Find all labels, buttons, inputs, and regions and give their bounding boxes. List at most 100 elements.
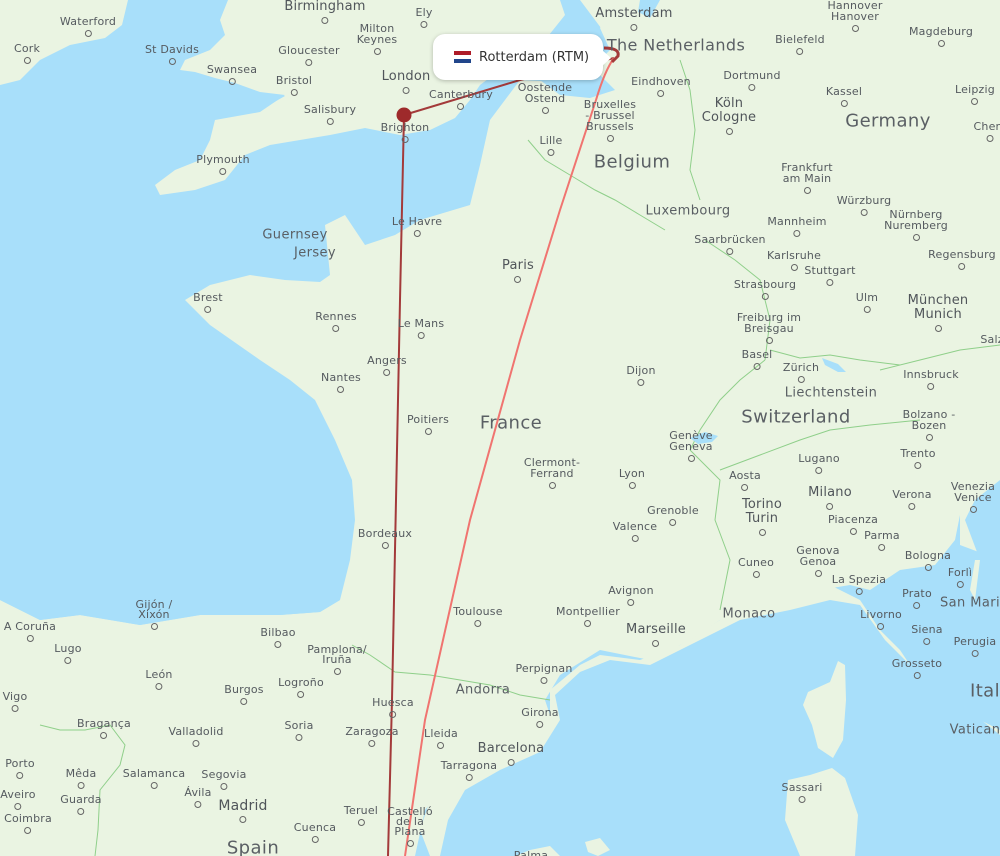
city-soria: Soria [284,720,313,741]
city-london: London [382,70,431,94]
city-dot-icon [474,620,482,627]
city-rennes: Rennes [315,311,357,332]
city-sassari: Sassari [782,782,823,803]
city-turin: Torino Turin [732,498,792,536]
country-label-andorra: Andorra [455,682,511,698]
city-dot-icon [547,149,555,156]
city-dot-icon [803,187,811,194]
city-dot-icon [357,819,365,826]
city-dot-icon [796,48,804,55]
city-dot-icon [815,467,823,474]
city-dot-icon [923,638,931,645]
city-dot-icon [877,623,885,630]
city-dot-icon [77,782,85,789]
city-mannheim: Mannheim [767,216,826,237]
city-dot-icon [220,783,228,790]
city-dot-icon [790,264,798,271]
city-dot-icon [26,635,34,642]
city-dot-icon [457,103,465,110]
city-dot-icon [204,306,212,313]
city-avila: Ávila [184,787,211,808]
city-tarragona: Tarragona [441,760,497,781]
city-angers: Angers [367,355,407,376]
city-dot-icon [305,59,313,66]
city-dot-icon [420,21,428,28]
city-dot-icon [192,740,200,747]
city-dot-icon [840,100,848,107]
city-paris: Paris [502,259,534,283]
netherlands-flag-icon [454,51,471,63]
city-dot-icon [637,379,645,386]
city-dot-icon [725,128,733,135]
city-siena: Siena [911,624,943,645]
city-dot-icon [401,136,409,143]
city-dot-icon [402,87,410,94]
city-dot-icon [383,369,391,376]
country-label-italy: Ital [970,680,1000,702]
country-label-jersey: Jersey [293,245,337,261]
city-innsbruck: Innsbruck [903,369,959,390]
city-huesca: Huesca [372,697,414,718]
city-dot-icon [219,168,227,175]
city-milton-keynes: Milton Keynes [352,23,402,55]
city-dot-icon [64,657,72,664]
country-label-spain: Spain [226,837,280,856]
city-parma: Parma [864,530,900,551]
city-dot-icon [321,17,329,24]
city-venice: Venezia Venice [943,481,1000,513]
city-dot-icon [540,677,548,684]
city-guarda: Guarda [60,794,102,815]
city-madrid: Madrid [218,799,267,823]
city-dot-icon [878,544,886,551]
city-saarbrucken: Saarbrücken [694,234,766,255]
city-dot-icon [290,89,298,96]
country-label-switzerland: Switzerland [741,406,851,428]
city-dot-icon [337,386,345,393]
city-dot-icon [863,306,871,313]
city-strasbourg: Strasbourg [734,279,796,300]
city-prato: Prato [902,588,932,609]
city-dot-icon [631,535,639,542]
city-canterbury: Canterbury [429,89,493,110]
city-dot-icon [11,705,19,712]
city-plymouth: Plymouth [196,154,250,175]
city-milano: Milano [808,486,852,510]
city-dot-icon [194,801,202,808]
city-swansea: Swansea [207,64,257,85]
city-dot-icon [860,209,868,216]
city-dot-icon [912,234,920,241]
city-dot-icon [240,698,248,705]
city-dot-icon [914,462,922,469]
city-dot-icon [913,602,921,609]
country-label-france: France [479,412,543,434]
city-dot-icon [937,40,945,47]
city-dot-icon [168,58,176,65]
airport-tooltip[interactable]: Rotterdam (RTM) [433,34,611,80]
city-dot-icon [627,599,635,606]
city-dot-icon [971,650,979,657]
city-trento: Trento [900,448,935,469]
city-dot-icon [548,482,556,489]
city-zaragoza: Zaragoza [345,726,398,747]
city-bilbao: Bilbao [260,627,295,648]
city-dot-icon [958,263,966,270]
city-dot-icon [150,782,158,789]
city-porto: Porto [5,758,35,779]
city-braganca: Bragança [77,718,131,739]
city-dot-icon [368,740,376,747]
city-dot-icon [657,90,665,97]
city-dot-icon [913,672,921,679]
city-salamanca: Salamanca [123,768,186,789]
city-hanover: Hannover Hanover [825,0,885,32]
city-dot-icon [297,691,305,698]
city-dot-icon [77,808,85,815]
city-geneva: Genève Geneva [661,430,721,462]
city-dot-icon [753,363,761,370]
city-dot-icon [326,118,334,125]
map-view[interactable]: The Netherlands Germany Belgium France S… [0,0,1000,856]
city-dot-icon [424,428,432,435]
city-dot-icon [514,276,522,283]
city-aveiro: Aveiro [0,789,36,810]
city-dot-icon [798,796,806,803]
city-bologna: Bologna [905,550,951,571]
